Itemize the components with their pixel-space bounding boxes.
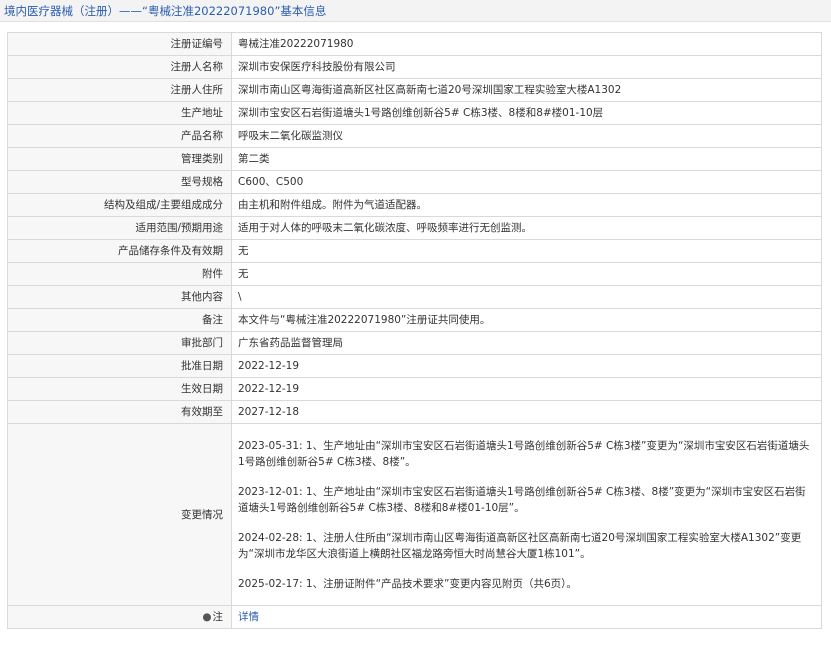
row-label: 产品储存条件及有效期 bbox=[7, 239, 232, 263]
change-entry: 2023-05-31: 1、生产地址由“深圳市宝安区石岩街道塘头1号路创维创新谷… bbox=[238, 439, 810, 468]
row-value: 粤械注准20222071980 bbox=[231, 32, 822, 56]
row-value: \ bbox=[231, 285, 822, 309]
table-row: 适用范围/预期用途 适用于对人体的呼吸末二氧化碳浓度、呼吸频率进行无创监测。 bbox=[7, 216, 822, 240]
table-row: 型号规格 C600、C500 bbox=[7, 170, 822, 194]
row-label: 注册人名称 bbox=[7, 55, 232, 79]
table-row: 审批部门 广东省药品监督管理局 bbox=[7, 331, 822, 355]
table-row: 批准日期 2022-12-19 bbox=[7, 354, 822, 378]
row-label: 附件 bbox=[7, 262, 232, 286]
note-label-cell: ●注 bbox=[7, 605, 232, 629]
row-value: 深圳市安保医疗科技股份有限公司 bbox=[231, 55, 822, 79]
table-row: 生产地址 深圳市宝安区石岩街道塘头1号路创维创新谷5# C栋3楼、8楼和8#楼01… bbox=[7, 101, 822, 125]
row-label: 注册人住所 bbox=[7, 78, 232, 102]
table-row: 产品名称 呼吸末二氧化碳监测仪 bbox=[7, 124, 822, 148]
row-value: 广东省药品监督管理局 bbox=[231, 331, 822, 355]
info-table: 注册证编号 粤械注准20222071980 注册人名称 深圳市安保医疗科技股份有限公司… bbox=[7, 32, 822, 629]
row-value: 适用于对人体的呼吸末二氧化碳浓度、呼吸频率进行无创监测。 bbox=[231, 216, 822, 240]
row-label: 产品名称 bbox=[7, 124, 232, 148]
row-label: 适用范围/预期用途 bbox=[7, 216, 232, 240]
page-title-link[interactable]: 境内医疗器械（注册）——“粤械注准20222071980”基本信息 bbox=[4, 3, 326, 19]
note-label: 注 bbox=[212, 611, 224, 623]
row-value: 2027-12-18 bbox=[231, 400, 822, 424]
row-value: C600、C500 bbox=[231, 170, 822, 194]
row-label: 变更情况 bbox=[7, 423, 232, 606]
row-value: 无 bbox=[231, 262, 822, 286]
row-label: 管理类别 bbox=[7, 147, 232, 171]
changes-list: 2023-05-31: 1、生产地址由“深圳市宝安区石岩街道塘头1号路创维创新谷… bbox=[238, 435, 815, 595]
row-label: 批准日期 bbox=[7, 354, 232, 378]
row-value: 深圳市南山区粤海街道高新区社区高新南七道20号深圳国家工程实验室大楼A1302 bbox=[231, 78, 822, 102]
row-value: 无 bbox=[231, 239, 822, 263]
table-row: 附件无 bbox=[7, 262, 822, 286]
change-entry: 2025-02-17: 1、注册证附件“产品技术要求”变更内容见附页（共6页）。 bbox=[238, 577, 577, 590]
row-label: 备注 bbox=[7, 308, 232, 332]
row-label: 型号规格 bbox=[7, 170, 232, 194]
row-label: 注册证编号 bbox=[7, 32, 232, 56]
detail-link[interactable]: 详情 bbox=[238, 611, 259, 623]
row-label: 生效日期 bbox=[7, 377, 232, 401]
row-value: 深圳市宝安区石岩街道塘头1号路创维创新谷5# C栋3楼、8楼和8#楼01-10层 bbox=[231, 101, 822, 125]
table-row: 生效日期 2022-12-19 bbox=[7, 377, 822, 401]
table-row: 备注 本文件与“粤械注准20222071980”注册证共同使用。 bbox=[7, 308, 822, 332]
changes-cell: 2023-05-31: 1、生产地址由“深圳市宝安区石岩街道塘头1号路创维创新谷… bbox=[231, 423, 822, 606]
table-row: 结构及组成/主要组成成分 由主机和附件组成。附件为气道适配器。 bbox=[7, 193, 822, 217]
changes-row: 变更情况 2023-05-31: 1、生产地址由“深圳市宝安区石岩街道塘头1号路… bbox=[7, 423, 822, 606]
table-row: 管理类别 第二类 bbox=[7, 147, 822, 171]
change-entry: 2023-12-01: 1、生产地址由“深圳市宝安区石岩街道塘头1号路创维创新谷… bbox=[238, 485, 806, 514]
table-row: 有效期至 2027-12-18 bbox=[7, 400, 822, 424]
row-value: 由主机和附件组成。附件为气道适配器。 bbox=[231, 193, 822, 217]
info-table-body: 注册证编号 粤械注准20222071980 注册人名称 深圳市安保医疗科技股份有限公司… bbox=[7, 32, 822, 629]
row-label: 生产地址 bbox=[7, 101, 232, 125]
table-row: 注册证编号 粤械注准20222071980 bbox=[7, 32, 822, 56]
table-row: 其他内容 \ bbox=[7, 285, 822, 309]
change-entry: 2024-02-28: 1、注册人住所由“深圳市南山区粤海街道高新区社区高新南七… bbox=[238, 531, 802, 560]
table-row: 注册人住所 深圳市南山区粤海街道高新区社区高新南七道20号深圳国家工程实验室大楼A… bbox=[7, 78, 822, 102]
table-row: 注册人名称 深圳市安保医疗科技股份有限公司 bbox=[7, 55, 822, 79]
note-row: ●注 详情 bbox=[7, 605, 822, 629]
note-value-cell: 详情 bbox=[231, 605, 822, 629]
row-value: 本文件与“粤械注准20222071980”注册证共同使用。 bbox=[231, 308, 822, 332]
row-label: 结构及组成/主要组成成分 bbox=[7, 193, 232, 217]
row-label: 审批部门 bbox=[7, 331, 232, 355]
row-value: 第二类 bbox=[231, 147, 822, 171]
title-bar: 境内医疗器械（注册）——“粤械注准20222071980”基本信息 bbox=[0, 0, 831, 22]
row-value: 2022-12-19 bbox=[231, 354, 822, 378]
row-label: 其他内容 bbox=[7, 285, 232, 309]
bullet-icon: ● bbox=[202, 611, 212, 623]
table-row: 产品储存条件及有效期无 bbox=[7, 239, 822, 263]
row-value: 呼吸末二氧化碳监测仪 bbox=[231, 124, 822, 148]
row-label: 有效期至 bbox=[7, 400, 232, 424]
row-value: 2022-12-19 bbox=[231, 377, 822, 401]
